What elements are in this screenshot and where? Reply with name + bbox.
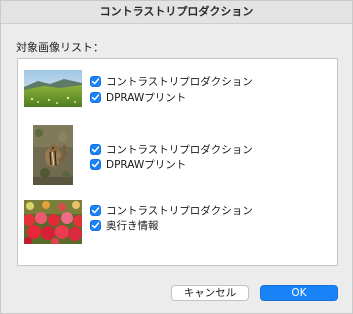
option-dpraw-print[interactable]: DPRAWプリント: [90, 90, 186, 105]
dialog-window: コントラストリプロダクション 対象画像リスト： コントラストリプロダクション D…: [0, 0, 353, 314]
list-item: コントラストリプロダクション 奥行き情報: [18, 193, 337, 265]
option-label: DPRAWプリント: [106, 92, 187, 104]
landscape-thumbnail: [24, 70, 82, 107]
option-depth-info[interactable]: 奥行き情報: [90, 218, 159, 233]
option-label: コントラストリプロダクション: [106, 205, 253, 217]
option-label: コントラストリプロダクション: [106, 76, 253, 88]
option-contrast-reproduction[interactable]: コントラストリプロダクション: [90, 74, 253, 89]
ok-button[interactable]: OK: [260, 285, 338, 301]
checkbox-checked-icon[interactable]: [90, 159, 101, 170]
list-item: コントラストリプロダクション DPRAWプリント: [18, 121, 337, 193]
option-contrast-reproduction[interactable]: コントラストリプロダクション: [90, 203, 253, 218]
option-dpraw-print[interactable]: DPRAWプリント: [90, 157, 186, 172]
chipmunk-thumbnail: [33, 125, 73, 185]
flowers-thumbnail: [24, 200, 82, 244]
checkbox-checked-icon[interactable]: [90, 220, 101, 231]
cancel-button[interactable]: キャンセル: [171, 285, 249, 301]
option-contrast-reproduction[interactable]: コントラストリプロダクション: [90, 142, 253, 157]
option-label: 奥行き情報: [106, 220, 159, 232]
option-label: コントラストリプロダクション: [106, 144, 253, 156]
window-title: コントラストリプロダクション: [1, 1, 352, 24]
list-item: コントラストリプロダクション DPRAWプリント: [18, 59, 337, 129]
target-image-list: コントラストリプロダクション DPRAWプリント コントラストリプロダクション …: [17, 58, 338, 266]
checkbox-checked-icon[interactable]: [90, 144, 101, 155]
target-image-list-label: 対象画像リスト：: [16, 41, 104, 54]
option-label: DPRAWプリント: [106, 159, 187, 171]
checkbox-checked-icon[interactable]: [90, 76, 101, 87]
checkbox-checked-icon[interactable]: [90, 205, 101, 216]
checkbox-checked-icon[interactable]: [90, 92, 101, 103]
